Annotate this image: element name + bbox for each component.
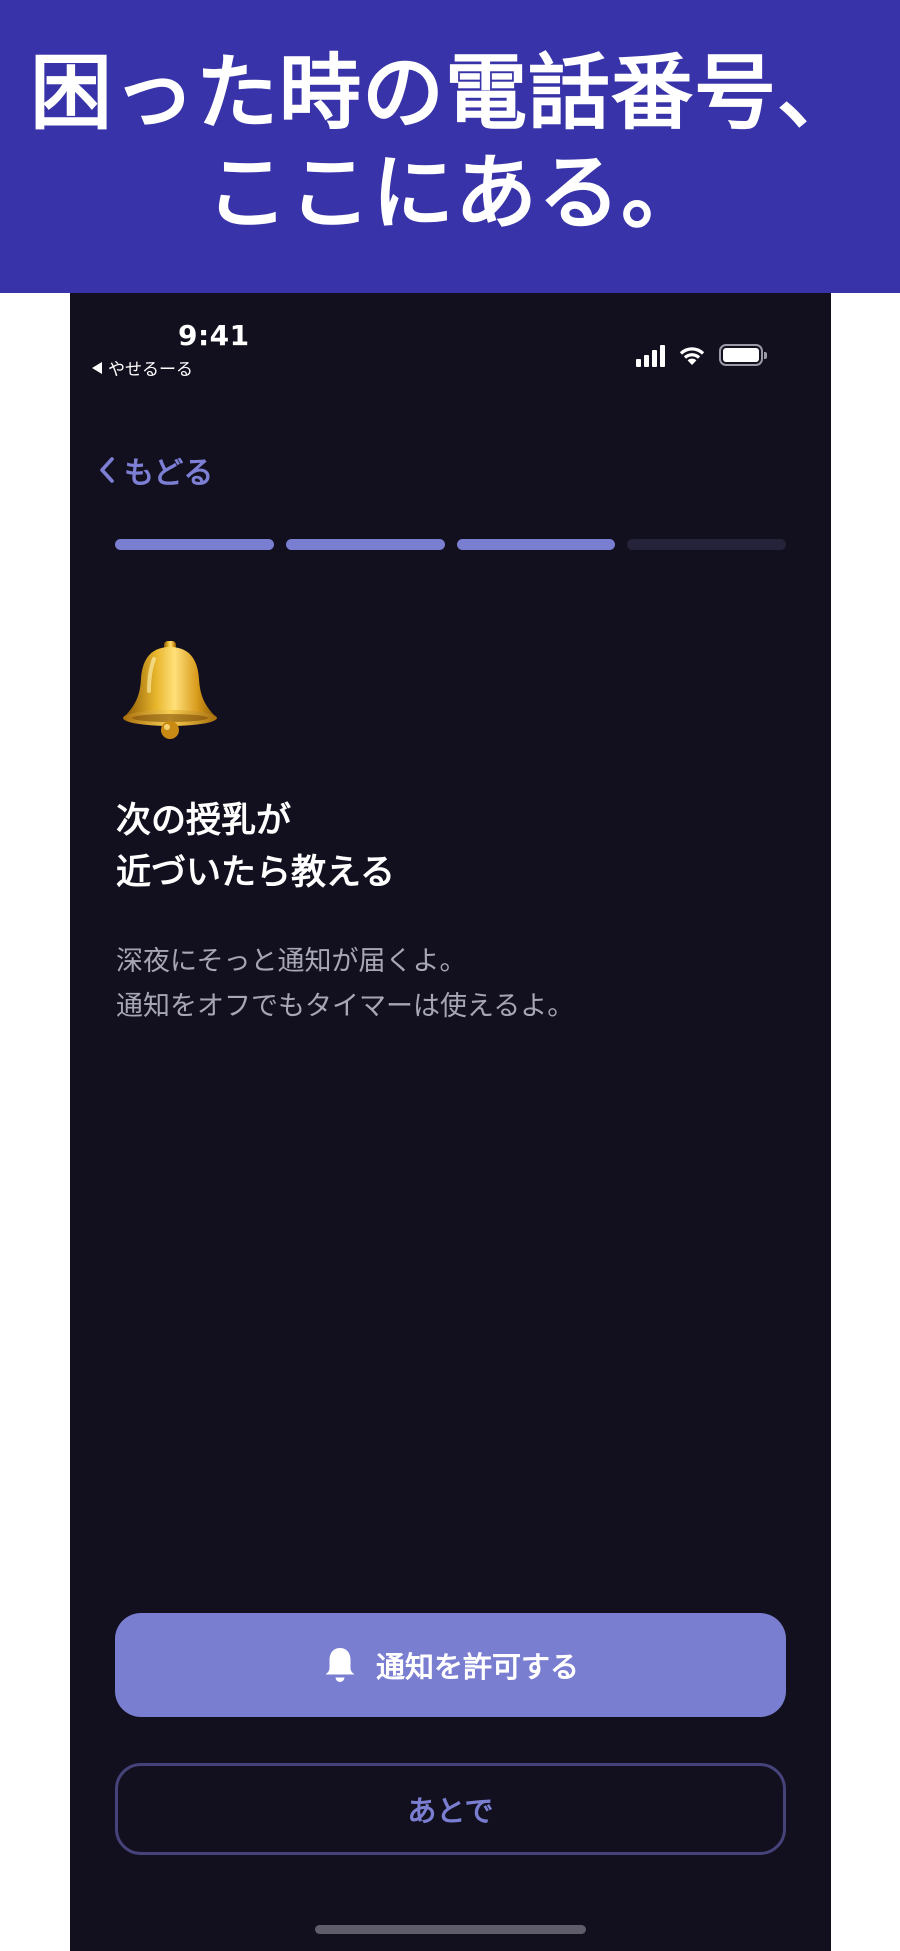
wifi-icon (679, 347, 705, 365)
allow-notifications-label: 通知を許可する (375, 1650, 579, 1684)
description-line1: 深夜にそっと通知が届くよ。 (116, 946, 467, 977)
back-button[interactable]: もどる (98, 448, 213, 492)
progress-step-4 (627, 539, 786, 550)
status-time: 9:41 (178, 319, 250, 352)
page-title-line1: 次の授乳が (116, 801, 292, 841)
description-line2: 通知をオフでもタイマーは使えるよ。 (116, 991, 575, 1022)
page-title: 次の授乳が 近づいたら教える (116, 795, 395, 899)
later-button-label: あとで (407, 1794, 494, 1828)
bell-icon (325, 1648, 355, 1682)
promo-banner: 困った時の電話番号、 ここにある。 (0, 0, 900, 293)
progress-step-2 (285, 539, 445, 550)
progress-step-1 (115, 539, 274, 550)
home-indicator[interactable] (315, 1925, 586, 1934)
banner-headline-line2: ここにある。 (205, 145, 704, 241)
onboarding-progress (115, 539, 786, 550)
status-icons (636, 341, 767, 367)
back-button-label: もどる (124, 456, 214, 491)
banner-headline-line1: 困った時の電話番号、 (29, 45, 860, 141)
status-back-app-label: やせるーる (108, 360, 193, 380)
page-title-line2: 近づいたら教える (116, 853, 395, 893)
bell-emoji-icon (123, 641, 217, 739)
allow-notifications-button[interactable]: 通知を許可する (115, 1613, 786, 1717)
chevron-left-icon (100, 457, 114, 483)
phone-screen: 9:41 やせるーる もどる 次の授乳が 近づいたら教える 深夜にそっと通知が届… (70, 293, 831, 1951)
page-description: 深夜にそっと通知が届くよ。 通知をオフでもタイマーは使えるよ。 (116, 939, 574, 1029)
signal-icon (636, 345, 665, 367)
status-back-to-app[interactable]: やせるーる (92, 355, 193, 380)
battery-icon (719, 344, 767, 366)
back-triangle-icon (92, 361, 102, 374)
progress-step-3 (456, 539, 616, 550)
later-button[interactable]: あとで (115, 1763, 786, 1855)
